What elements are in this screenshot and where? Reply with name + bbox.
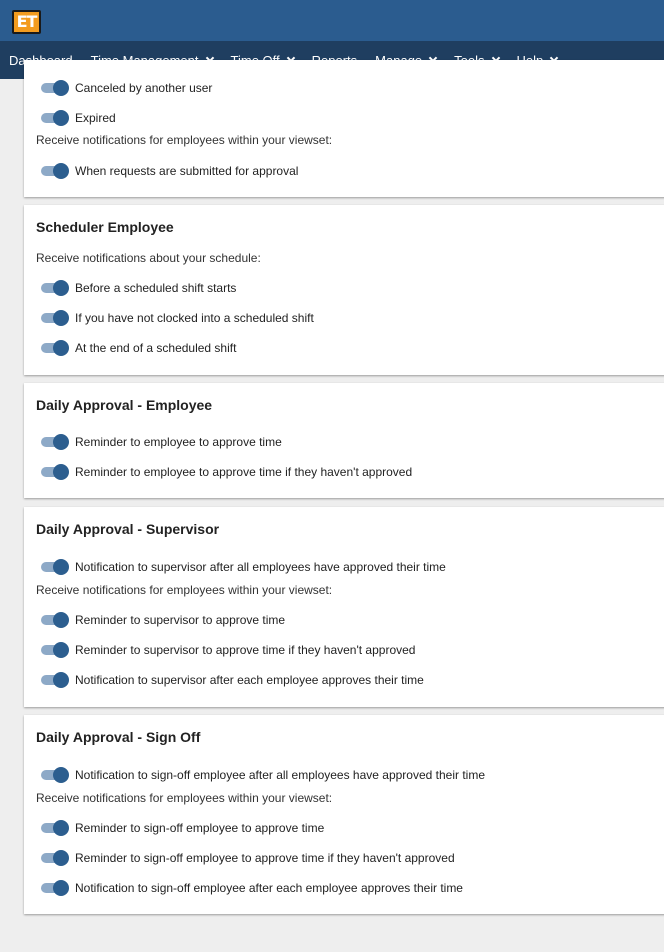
toggle-row-signoff-all-approved: Notification to sign-off employee after … bbox=[41, 767, 485, 783]
toggle-label: Reminder to supervisor to approve time bbox=[75, 613, 286, 627]
toggle-row-before-shift: Before a scheduled shift starts bbox=[41, 280, 236, 296]
toggle-label: Before a scheduled shift starts bbox=[75, 281, 237, 295]
toggle-switch[interactable] bbox=[41, 820, 69, 836]
viewset-caption: Receive notifications for employees with… bbox=[36, 583, 333, 597]
toggle-switch[interactable] bbox=[41, 672, 69, 688]
toggle-switch[interactable] bbox=[41, 434, 69, 450]
card-scheduler-employee: Scheduler Employee Receive notifications… bbox=[24, 205, 664, 375]
toggle-row-submitted: When requests are submitted for approval bbox=[41, 163, 298, 179]
notification-card-partial: Canceled by another user Expired Receive… bbox=[24, 60, 664, 197]
toggle-label: Reminder to sign-off employee to approve… bbox=[75, 851, 455, 865]
card-daily-approval-employee: Daily Approval - Employee Reminder to em… bbox=[24, 383, 664, 498]
toggle-label: Notification to sign-off employee after … bbox=[75, 768, 485, 782]
toggle-label: Notification to sign-off employee after … bbox=[75, 881, 463, 895]
section-title: Daily Approval - Employee bbox=[36, 397, 213, 413]
toggle-switch[interactable] bbox=[41, 559, 69, 575]
toggle-row-signoff-not-approved: Reminder to sign-off employee to approve… bbox=[41, 850, 455, 866]
section-title: Scheduler Employee bbox=[36, 219, 174, 235]
toggle-label: Notification to supervisor after all emp… bbox=[75, 560, 446, 574]
toggle-switch[interactable] bbox=[41, 612, 69, 628]
toggle-row-canceled: Canceled by another user bbox=[41, 80, 212, 96]
toggle-row-signoff-approve: Reminder to sign-off employee to approve… bbox=[41, 820, 324, 836]
toggle-switch[interactable] bbox=[41, 880, 69, 896]
toggle-switch[interactable] bbox=[41, 110, 69, 126]
toggle-label: Notification to supervisor after each em… bbox=[75, 673, 424, 687]
viewset-caption: Receive notifications for employees with… bbox=[36, 133, 333, 147]
toggle-switch[interactable] bbox=[41, 310, 69, 326]
toggle-label: Reminder to employee to approve time bbox=[75, 435, 282, 449]
section-title: Daily Approval - Supervisor bbox=[36, 521, 220, 537]
toggle-row-employee-approve: Reminder to employee to approve time bbox=[41, 434, 282, 450]
toggle-row-end-shift: At the end of a scheduled shift bbox=[41, 340, 236, 356]
toggle-row-supervisor-not-approved: Reminder to supervisor to approve time i… bbox=[41, 642, 415, 658]
section-title: Daily Approval - Sign Off bbox=[36, 729, 201, 745]
toggle-row-expired: Expired bbox=[41, 110, 116, 126]
toggle-switch[interactable] bbox=[41, 642, 69, 658]
card-daily-approval-supervisor: Daily Approval - Supervisor Notification… bbox=[24, 507, 664, 707]
toggle-label: When requests are submitted for approval bbox=[75, 164, 299, 178]
toggle-label: If you have not clocked into a scheduled… bbox=[75, 311, 314, 325]
toggle-row-not-clocked: If you have not clocked into a scheduled… bbox=[41, 310, 314, 326]
app-logo[interactable]: ET bbox=[12, 10, 41, 34]
toggle-label: Reminder to supervisor to approve time i… bbox=[75, 643, 416, 657]
toggle-label: Reminder to employee to approve time if … bbox=[75, 465, 413, 479]
card-daily-approval-sign-off: Daily Approval - Sign Off Notification t… bbox=[24, 715, 664, 914]
toggle-switch[interactable] bbox=[41, 340, 69, 356]
toggle-switch[interactable] bbox=[41, 280, 69, 296]
toggle-label: Expired bbox=[75, 111, 116, 125]
toggle-row-signoff-each-approves: Notification to sign-off employee after … bbox=[41, 880, 463, 896]
toggle-switch[interactable] bbox=[41, 850, 69, 866]
app-header: ET bbox=[0, 0, 664, 41]
toggle-label: Reminder to sign-off employee to approve… bbox=[75, 821, 325, 835]
toggle-switch[interactable] bbox=[41, 767, 69, 783]
viewset-caption: Receive notifications for employees with… bbox=[36, 791, 333, 805]
toggle-switch[interactable] bbox=[41, 464, 69, 480]
toggle-switch[interactable] bbox=[41, 163, 69, 179]
toggle-row-employee-not-approved: Reminder to employee to approve time if … bbox=[41, 464, 412, 480]
toggle-label: At the end of a scheduled shift bbox=[75, 341, 237, 355]
toggle-row-supervisor-each-approves: Notification to supervisor after each em… bbox=[41, 672, 424, 688]
toggle-row-supervisor-all-approved: Notification to supervisor after all emp… bbox=[41, 559, 446, 575]
toggle-switch[interactable] bbox=[41, 80, 69, 96]
toggle-row-supervisor-approve: Reminder to supervisor to approve time bbox=[41, 612, 285, 628]
schedule-caption: Receive notifications about your schedul… bbox=[36, 251, 261, 265]
toggle-label: Canceled by another user bbox=[75, 81, 213, 95]
